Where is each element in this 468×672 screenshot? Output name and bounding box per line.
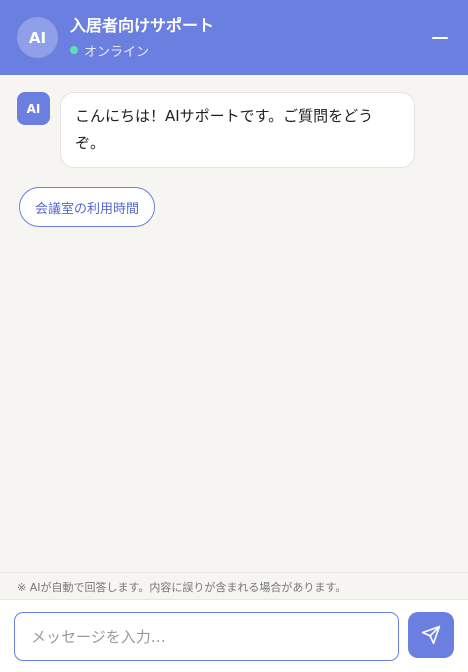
message-bubble: こんにちは！AIサポートです。ご質問をどうぞ。 [60,92,415,168]
message-input[interactable] [14,612,399,661]
bot-message: AI こんにちは！AIサポートです。ご質問をどうぞ。 [17,92,415,168]
status-text: オンライン [84,44,150,60]
chat-header: AI 入居者向けサポート オンライン [0,0,468,75]
composer [0,599,468,672]
header-text: 入居者向けサポート オンライン [70,16,430,60]
status-indicator: オンライン [70,41,430,60]
chat-title: 入居者向けサポート [70,15,215,35]
disclaimer-text: ※ AIが自動で回答します。内容に誤りが含まれる場合があります。 [0,572,468,599]
online-dot-icon [70,46,78,54]
assistant-avatar: AI [17,17,58,58]
minimize-icon [432,36,448,39]
message-list[interactable]: AI こんにちは！AIサポートです。ご質問をどうぞ。 会議室の利用時間 [0,75,468,572]
send-icon [421,625,441,645]
quick-reply-button[interactable]: 会議室の利用時間 [19,187,156,227]
bot-avatar: AI [17,92,50,125]
send-button[interactable] [408,612,454,658]
minimize-button[interactable] [430,28,450,48]
